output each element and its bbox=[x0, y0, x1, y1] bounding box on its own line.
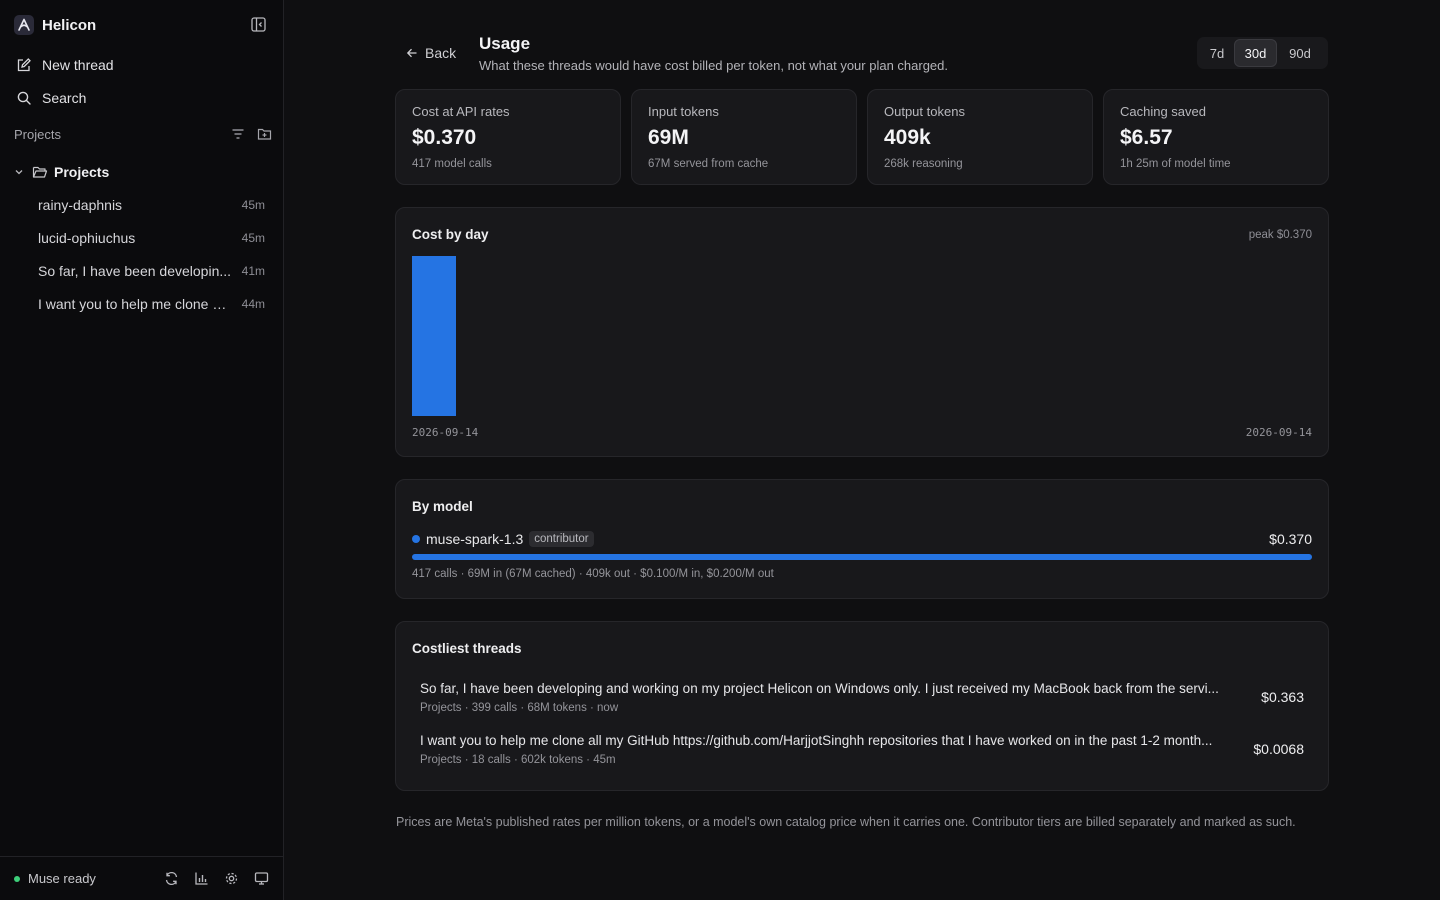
stat-card-output-tokens: Output tokens 409k 268k reasoning bbox=[867, 89, 1093, 185]
compose-icon bbox=[17, 58, 31, 72]
thread-item[interactable]: I want you to help me clone al... 44m bbox=[30, 290, 272, 318]
chevron-down-icon bbox=[14, 167, 26, 177]
arrow-left-icon bbox=[406, 48, 417, 58]
cost-bar[interactable] bbox=[412, 256, 456, 416]
costly-thread-row[interactable]: So far, I have been developing and worki… bbox=[412, 676, 1312, 720]
stat-card-input-tokens: Input tokens 69M 67M served from cache bbox=[631, 89, 857, 185]
brand[interactable]: Helicon bbox=[14, 14, 96, 36]
new-thread-button[interactable]: New thread bbox=[10, 51, 272, 79]
thread-item[interactable]: lucid-ophiuchus 45m bbox=[30, 224, 272, 252]
stat-value: 69M bbox=[648, 126, 689, 149]
costliest-threads-title: Costliest threads bbox=[412, 641, 522, 656]
stat-card-cost: Cost at API rates $0.370 417 model calls bbox=[395, 89, 621, 185]
costliest-threads-card: Costliest threads So far, I have been de… bbox=[395, 621, 1329, 791]
thread-age: 44m bbox=[241, 297, 265, 311]
thread-title: lucid-ophiuchus bbox=[38, 230, 136, 246]
back-label: Back bbox=[425, 45, 457, 61]
model-color-dot bbox=[412, 535, 420, 543]
stat-label: Caching saved bbox=[1120, 104, 1206, 119]
folder-name: Projects bbox=[54, 164, 110, 180]
stat-label: Cost at API rates bbox=[412, 104, 510, 119]
range-7d-button[interactable]: 7d bbox=[1200, 39, 1234, 67]
costly-thread-title: I want you to help me clone all my GitHu… bbox=[420, 733, 1213, 748]
stat-sub: 1h 25m of model time bbox=[1120, 158, 1231, 170]
thread-age: 45m bbox=[241, 198, 265, 212]
stat-value: 409k bbox=[884, 126, 931, 149]
helicon-logo-icon bbox=[14, 15, 34, 35]
monitor-icon[interactable] bbox=[253, 870, 269, 886]
gear-icon[interactable] bbox=[223, 870, 239, 886]
model-share-bar bbox=[412, 554, 1312, 560]
sidebar-footer: Muse ready bbox=[0, 856, 283, 900]
stat-sub: 417 model calls bbox=[412, 158, 492, 170]
projects-folder[interactable]: Projects bbox=[14, 162, 109, 182]
model-badge: contributor bbox=[529, 531, 594, 547]
sidebar: Helicon New thread Search Projects Proje… bbox=[0, 0, 284, 900]
x-axis-start-label: 2026-09-14 bbox=[412, 426, 479, 439]
stat-sub: 67M served from cache bbox=[648, 158, 769, 170]
stat-label: Input tokens bbox=[648, 104, 719, 119]
projects-section-label: Projects bbox=[14, 126, 61, 142]
projects-section-header: Projects bbox=[14, 126, 272, 142]
costly-thread-meta: Projects · 399 calls · 68M tokens · now bbox=[420, 702, 619, 714]
thread-title: I want you to help me clone al... bbox=[38, 296, 234, 312]
folder-open-icon bbox=[32, 165, 48, 179]
costly-thread-title: So far, I have been developing and worki… bbox=[420, 681, 1219, 696]
back-button[interactable]: Back bbox=[406, 42, 456, 64]
costly-thread-meta: Projects · 18 calls · 602k tokens · 45m bbox=[420, 754, 616, 766]
stat-card-caching-saved: Caching saved $6.57 1h 25m of model time bbox=[1103, 89, 1329, 185]
thread-age: 45m bbox=[241, 231, 265, 245]
search-icon bbox=[17, 91, 31, 105]
cost-by-day-title: Cost by day bbox=[412, 227, 489, 242]
stat-label: Output tokens bbox=[884, 104, 965, 119]
status-text: Muse ready bbox=[28, 871, 96, 886]
x-axis-end-label: 2026-09-14 bbox=[1245, 426, 1312, 439]
thread-item[interactable]: So far, I have been developin... 41m bbox=[30, 257, 272, 285]
range-90d-button[interactable]: 90d bbox=[1277, 39, 1323, 67]
stat-value: $6.57 bbox=[1120, 126, 1173, 149]
model-cost: $0.370 bbox=[1269, 531, 1312, 547]
page-subtitle: What these threads would have cost bille… bbox=[479, 58, 949, 73]
costly-thread-cost: $0.363 bbox=[1261, 689, 1304, 705]
thread-item[interactable]: rainy-daphnis 45m bbox=[30, 191, 272, 219]
search-button[interactable]: Search bbox=[10, 84, 272, 112]
cost-by-day-card: Cost by day peak $0.370 2026-09-14 2026-… bbox=[395, 207, 1329, 457]
model-detail: 417 calls · 69M in (67M cached) · 409k o… bbox=[412, 568, 774, 580]
thread-title: rainy-daphnis bbox=[38, 197, 123, 213]
app-name: Helicon bbox=[42, 16, 97, 34]
bar-chart-icon[interactable] bbox=[193, 870, 209, 886]
refresh-icon[interactable] bbox=[163, 870, 179, 886]
filter-icon[interactable] bbox=[230, 126, 246, 142]
model-share-fill bbox=[412, 554, 1312, 560]
thread-age: 41m bbox=[241, 264, 265, 278]
sidebar-toggle-icon[interactable] bbox=[250, 16, 267, 33]
stat-sub: 268k reasoning bbox=[884, 158, 963, 170]
model-name: muse-spark-1.3 bbox=[426, 531, 524, 547]
by-model-title: By model bbox=[412, 499, 473, 514]
stat-value: $0.370 bbox=[412, 126, 477, 149]
usage-page: Back Usage What these threads would have… bbox=[284, 0, 1440, 900]
page-title: Usage bbox=[479, 34, 531, 53]
range-30d-button[interactable]: 30d bbox=[1234, 39, 1277, 67]
peak-label: peak $0.370 bbox=[1248, 229, 1312, 241]
thread-title: So far, I have been developin... bbox=[38, 263, 232, 279]
status-dot bbox=[14, 875, 20, 882]
range-selector: 7d 30d 90d bbox=[1197, 37, 1328, 69]
pricing-footnote: Prices are Meta's published rates per mi… bbox=[396, 815, 1296, 829]
costly-thread-row[interactable]: I want you to help me clone all my GitHu… bbox=[412, 728, 1312, 772]
cost-by-day-chart bbox=[412, 256, 456, 416]
search-label: Search bbox=[42, 90, 87, 106]
by-model-card: By model muse-spark-1.3 contributor $0.3… bbox=[395, 479, 1329, 599]
new-folder-icon[interactable] bbox=[256, 126, 272, 142]
model-row[interactable]: muse-spark-1.3 contributor $0.370 bbox=[412, 530, 1312, 548]
costly-thread-cost: $0.0068 bbox=[1253, 741, 1304, 757]
new-thread-label: New thread bbox=[42, 57, 114, 73]
